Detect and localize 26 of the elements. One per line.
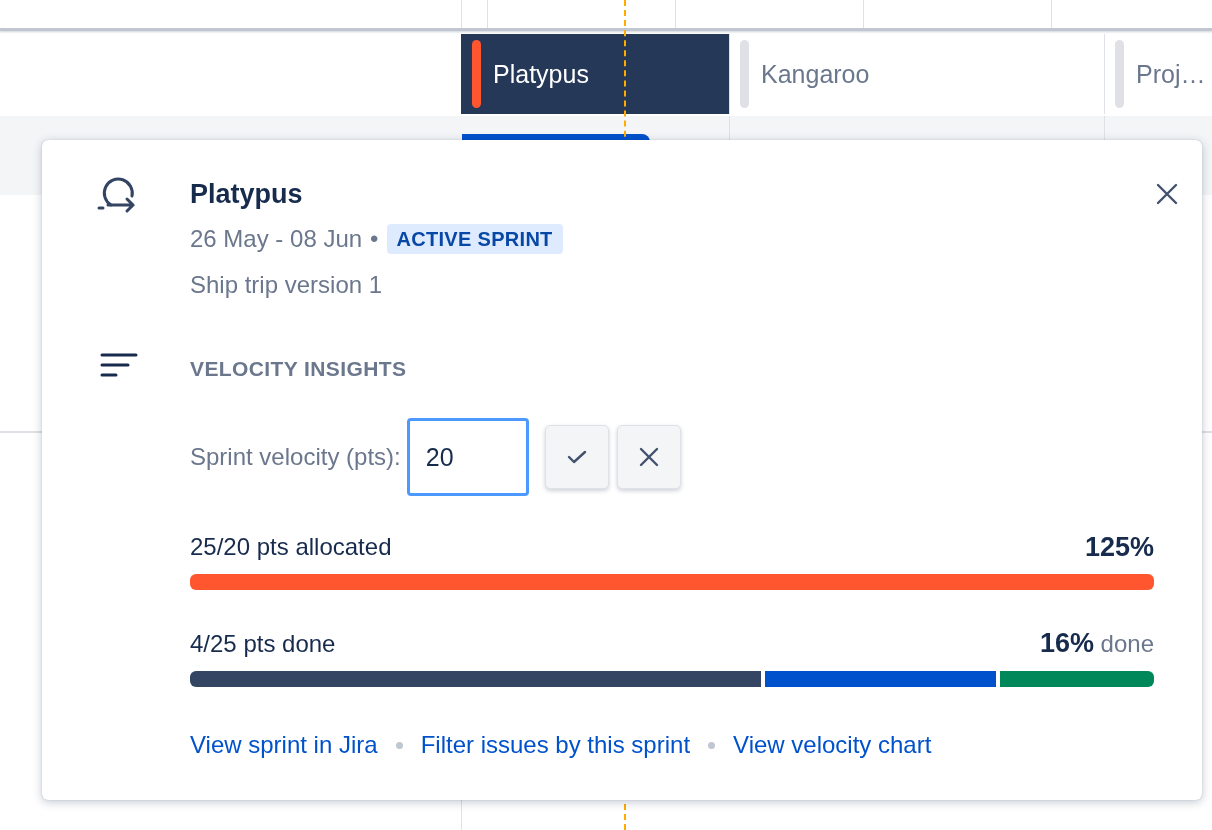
close-icon	[638, 447, 659, 467]
sprint-name[interactable]: Proj…	[1136, 59, 1206, 89]
sprint-name[interactable]: Kangaroo	[761, 59, 870, 89]
separator-dot: •	[370, 224, 379, 254]
check-icon	[566, 449, 587, 465]
status-lozenge: ACTIVE SPRINT	[386, 224, 563, 254]
section-heading: VELOCITY INSIGHTS	[190, 356, 408, 382]
done-percent: 16%	[1039, 628, 1094, 658]
link[interactable]: View sprint in Jira	[190, 731, 378, 759]
velocity-input[interactable]: 20	[406, 418, 529, 496]
velocity-label: Sprint velocity (pts):	[190, 443, 401, 471]
link[interactable]: Filter issues by this sprint	[420, 731, 691, 759]
sprint-goal: Ship trip version 1	[190, 270, 384, 300]
separator-dot	[708, 741, 716, 749]
sort-lines-icon	[100, 352, 138, 378]
separator-dot	[395, 741, 403, 749]
allocated-percent: 125%	[1084, 531, 1154, 564]
link[interactable]: View velocity chart	[733, 731, 932, 759]
done-suffix: done	[1100, 630, 1154, 657]
done-label: 4/25 pts done	[190, 629, 336, 659]
allocated-label: 25/20 pts allocated	[190, 532, 392, 562]
close-button[interactable]	[1154, 181, 1180, 207]
sprint-name[interactable]: Platypus	[493, 59, 589, 89]
cancel-button[interactable]	[616, 425, 681, 489]
sprint-dates: 26 May - 08 Jun	[190, 224, 363, 254]
popup-title: Platypus	[190, 178, 304, 211]
